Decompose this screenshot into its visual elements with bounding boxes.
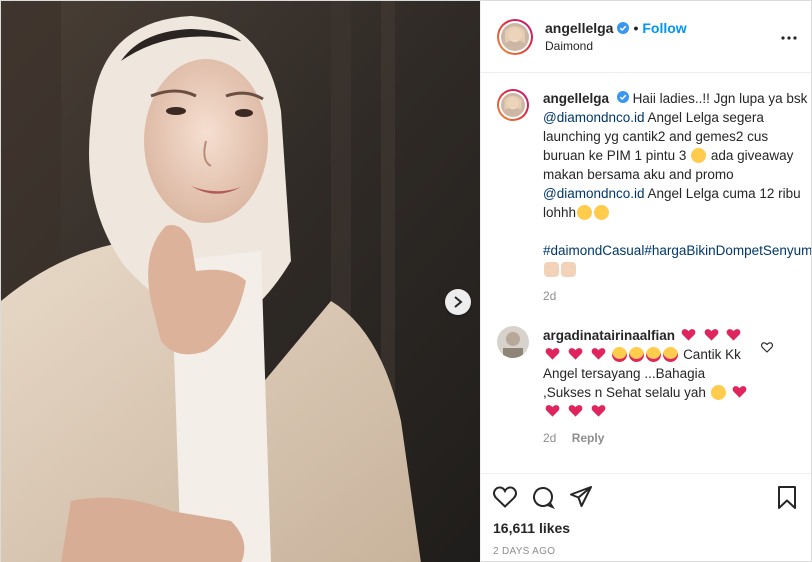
chevron-right-icon (454, 296, 463, 308)
bookmark-icon[interactable] (777, 486, 797, 513)
red-heart-icon (568, 348, 583, 360)
post-header: angellelga • Follow Daimond (481, 1, 811, 73)
heart-eyes-face-icon (612, 347, 628, 362)
separator: • (633, 20, 639, 36)
avatar[interactable] (497, 18, 533, 55)
post-actions: 16,611 likes 2 DAYS AGO (481, 473, 811, 562)
likes-count[interactable]: 16,611 likes (493, 520, 799, 536)
caption-username[interactable]: angellelga (543, 91, 609, 106)
share-icon[interactable] (569, 486, 593, 508)
follow-button[interactable]: Follow (642, 20, 686, 36)
comment-item: argadinatairinaalfian Cantik Kk Angel te… (497, 326, 795, 448)
red-heart-icon (727, 329, 741, 341)
heart-eyes-face-icon (629, 347, 645, 362)
post-dialog: angellelga • Follow Daimond angellelga H… (0, 0, 812, 562)
red-heart-icon (545, 405, 560, 417)
red-heart-icon (681, 329, 696, 341)
location-link[interactable]: Daimond (545, 39, 687, 53)
hugging-face-icon (594, 205, 610, 220)
comment-icon[interactable] (531, 485, 555, 509)
post-sidebar: angellelga • Follow Daimond angellelga H… (480, 1, 811, 562)
clapping-hands-icon (544, 262, 559, 277)
post-photo (1, 1, 480, 562)
verified-badge-icon (617, 22, 630, 34)
reply-button[interactable]: Reply (572, 431, 605, 445)
mention-link[interactable]: @diamondnco.id (543, 186, 645, 201)
like-heart-icon[interactable] (493, 486, 517, 508)
caption-avatar[interactable] (497, 89, 529, 121)
avatar-image (497, 326, 529, 358)
heart-eyes-face-icon (646, 347, 662, 362)
red-heart-icon (591, 348, 605, 360)
post-date[interactable]: 2 DAYS AGO (493, 546, 799, 557)
post-media (1, 1, 480, 562)
red-heart-icon (704, 329, 718, 341)
hashtag-link[interactable]: #daimondCasual#hargaBikinDompetSenyum (543, 243, 811, 258)
red-heart-icon (591, 405, 605, 417)
caption-text-1: Haii ladies..!! Jgn lupa ya bsk (632, 91, 808, 106)
avatar-image (501, 22, 529, 51)
hugging-face-icon (710, 385, 726, 400)
username-link[interactable]: angellelga (545, 20, 613, 36)
more-options-icon[interactable] (781, 27, 797, 43)
red-heart-icon (733, 386, 747, 398)
avatar-image (501, 93, 525, 117)
comment-time[interactable]: 2d (543, 431, 556, 445)
heart-eyes-face-icon (663, 347, 679, 362)
caption: angellelga Haii ladies..!! Jgn lupa ya b… (497, 89, 811, 306)
clapping-hands-icon (561, 262, 576, 277)
red-heart-icon (545, 348, 560, 360)
red-heart-icon (568, 405, 583, 417)
hugging-face-icon (577, 205, 593, 220)
commenter-avatar[interactable] (497, 326, 529, 358)
caption-time[interactable]: 2d (543, 289, 556, 303)
mention-link[interactable]: @diamondnco.id (543, 110, 645, 125)
next-photo-button[interactable] (445, 289, 471, 315)
like-comment-heart-icon[interactable] (760, 340, 774, 356)
winking-face-icon (691, 148, 707, 163)
comments-section: angellelga Haii ladies..!! Jgn lupa ya b… (481, 73, 811, 473)
commenter-username[interactable]: argadinatairinaalfian (543, 328, 675, 343)
verified-badge-icon (616, 91, 629, 103)
